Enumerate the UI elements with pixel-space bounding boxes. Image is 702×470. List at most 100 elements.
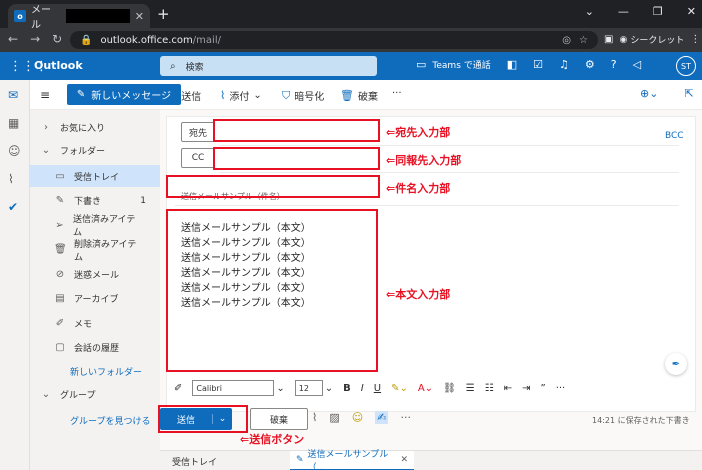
sidebar-item[interactable]: ▢ 会話の履歴 xyxy=(30,337,160,359)
encrypt-button[interactable]: ⛉ 暗号化 xyxy=(282,88,324,104)
new-message-button[interactable]: ✎ 新しいメッセージ xyxy=(67,84,181,105)
sidebar-item[interactable]: ▭ 受信トレイ xyxy=(30,165,160,187)
url-host: outlook.office.com xyxy=(100,34,193,46)
sidebar-item[interactable]: ▤ アーカイブ xyxy=(30,288,160,310)
sidebar-item[interactable]: ✐ メモ xyxy=(30,312,160,334)
reload-icon[interactable]: ↻ xyxy=(52,32,62,46)
emoji-icon[interactable]: ☺ xyxy=(352,411,363,424)
help-icon[interactable]: ? xyxy=(611,58,617,71)
folders-label: フォルダー xyxy=(60,146,106,157)
close-window-icon[interactable]: ✕ xyxy=(687,5,696,18)
chevron-down-icon[interactable]: ⌄ xyxy=(585,5,594,18)
more-actions-icon[interactable]: ··· xyxy=(400,411,411,424)
incognito-badge[interactable]: ◉ シークレット xyxy=(619,33,684,47)
annotation-box-cc xyxy=(213,147,380,170)
new-tab-button[interactable]: + xyxy=(157,5,170,23)
highlight-icon[interactable]: ✎⌄ xyxy=(391,383,408,394)
close-tab-icon[interactable]: ✕ xyxy=(135,10,144,23)
editor-pen-icon[interactable]: ✒ xyxy=(665,353,687,375)
link-icon[interactable]: ⛓ xyxy=(443,383,456,394)
numbering-icon[interactable]: ☷ xyxy=(485,383,494,394)
paperclip-icon[interactable]: ⌇ xyxy=(312,411,317,424)
sidebar-item[interactable]: ⊘ 迷惑メール xyxy=(30,263,160,285)
quote-icon[interactable]: ” xyxy=(541,383,546,394)
font-size-select[interactable]: 12 xyxy=(294,380,323,396)
format-more-icon[interactable]: ··· xyxy=(556,383,566,394)
search-icon: ⌕ xyxy=(170,60,176,72)
lock-icon: 🔒 xyxy=(80,34,93,46)
font-select[interactable]: Calibri xyxy=(192,380,275,396)
cc-field[interactable] xyxy=(219,172,679,173)
popout-icon[interactable]: ⇱ xyxy=(684,87,693,100)
bcc-button[interactable]: BCC xyxy=(665,131,684,141)
sent-icon: ➢ xyxy=(55,219,64,231)
chevron-down-icon[interactable]: ⌄ xyxy=(276,383,284,394)
sidebar-item[interactable]: 🗑 削除済みアイテム xyxy=(30,239,160,263)
compose-icon: ✎ xyxy=(76,89,86,100)
to-field[interactable] xyxy=(219,145,679,146)
favorites-group[interactable]: › お気に入り xyxy=(30,116,160,138)
forward-icon[interactable]: → xyxy=(30,32,40,46)
browser-tab[interactable]: o メール ✕ xyxy=(8,4,150,31)
attach-label: 添付 xyxy=(229,92,250,103)
back-icon[interactable]: ← xyxy=(8,32,18,46)
junk-icon: ⊘ xyxy=(55,268,65,280)
more-button[interactable]: ··· xyxy=(392,88,402,99)
find-groups-link[interactable]: グループを見つける xyxy=(30,409,160,431)
zoom-icon[interactable]: ⊕⌄ xyxy=(640,87,658,100)
attach-button[interactable]: ⌇ 添付 ⌄ xyxy=(220,88,262,103)
to-button[interactable]: 宛先 xyxy=(181,122,215,142)
teams-call-button[interactable]: ▭ Teams で通話 xyxy=(416,58,491,71)
discard-toolbar-label: 破棄 xyxy=(357,92,378,103)
new-folder-link[interactable]: 新しいフォルダー xyxy=(30,360,160,382)
office-icon[interactable]: ◧ xyxy=(507,58,517,71)
eye-off-icon[interactable]: ◎ xyxy=(562,35,571,46)
italic-icon[interactable]: I xyxy=(361,383,364,394)
discard-toolbar-button[interactable]: 🗑 破棄 xyxy=(340,88,378,103)
star-icon[interactable]: ☆ xyxy=(579,35,588,46)
underline-icon[interactable]: U xyxy=(374,383,381,394)
megaphone-icon[interactable]: ◁ xyxy=(633,58,641,71)
format-bar: ✐ Calibri ⌄ 12 ⌄ B I U ✎⌄ A⌄ ⛓ ☰ ☷ ⇤ ⇥ ”… xyxy=(166,376,696,400)
maximize-icon[interactable]: ❐ xyxy=(653,5,663,18)
indent-icon[interactable]: ⇥ xyxy=(522,383,530,394)
search-input[interactable]: ⌕ 検索 xyxy=(160,56,377,76)
calendar-icon[interactable]: ▦ xyxy=(8,116,19,130)
outlook-brand[interactable]: Outlook xyxy=(34,59,83,72)
send-toolbar-button[interactable]: ➢ 送信 xyxy=(168,88,201,103)
format-painter-icon[interactable]: ✐ xyxy=(174,383,182,394)
image-icon[interactable]: ▨ xyxy=(329,411,339,424)
close-icon[interactable]: ✕ xyxy=(400,455,414,465)
bullets-icon[interactable]: ☰ xyxy=(466,383,475,394)
todo-check-icon[interactable]: ✔ xyxy=(8,200,18,214)
sidebar-item[interactable]: ✎ 下書き 1 xyxy=(30,190,160,212)
minimize-icon[interactable]: — xyxy=(618,5,629,18)
hamburger-icon[interactable]: ≡ xyxy=(40,88,50,102)
kebab-menu-icon[interactable]: ⋮ xyxy=(690,34,700,45)
bold-icon[interactable]: B xyxy=(343,383,351,394)
groups-group[interactable]: ⌄ グループ xyxy=(30,383,160,405)
cc-button[interactable]: CC xyxy=(181,148,215,168)
search-placeholder: 検索 xyxy=(185,62,204,73)
tab-inbox[interactable]: 受信トレイ xyxy=(172,455,217,468)
people-icon[interactable]: ☺ xyxy=(8,144,21,158)
todo-icon[interactable]: ☑ xyxy=(533,58,543,71)
sidepanel-icon[interactable]: ▣ xyxy=(604,34,613,45)
folders-group[interactable]: ⌄ フォルダー xyxy=(30,139,160,161)
gear-icon[interactable]: ⚙ xyxy=(585,58,595,71)
browser-tab-bar: o メール ✕ + ⌄ — ❐ ✕ xyxy=(0,0,702,31)
bell-icon[interactable]: ♫ xyxy=(559,58,569,71)
sidebar-item[interactable]: ➢ 送信済みアイテム xyxy=(30,214,160,238)
discard-button[interactable]: 破棄 xyxy=(250,408,308,430)
avatar[interactable]: ST xyxy=(676,56,696,76)
chevron-down-icon: ⌄ xyxy=(253,90,262,101)
paperclip-icon[interactable]: ⌇ xyxy=(8,172,14,186)
note-icon: ✐ xyxy=(55,317,65,329)
font-color-icon[interactable]: A⌄ xyxy=(418,383,433,394)
mail-icon[interactable]: ✉ xyxy=(8,88,18,102)
outdent-icon[interactable]: ⇤ xyxy=(504,383,512,394)
omnibox[interactable]: 🔒 outlook.office.com/mail/ ◎ ☆ xyxy=(70,31,598,49)
editor-icon[interactable]: ✍ xyxy=(375,411,389,424)
tab-draft[interactable]: ✎ 送信メールサンプル（... ✕ xyxy=(290,450,414,470)
chevron-down-icon[interactable]: ⌄ xyxy=(325,383,333,394)
